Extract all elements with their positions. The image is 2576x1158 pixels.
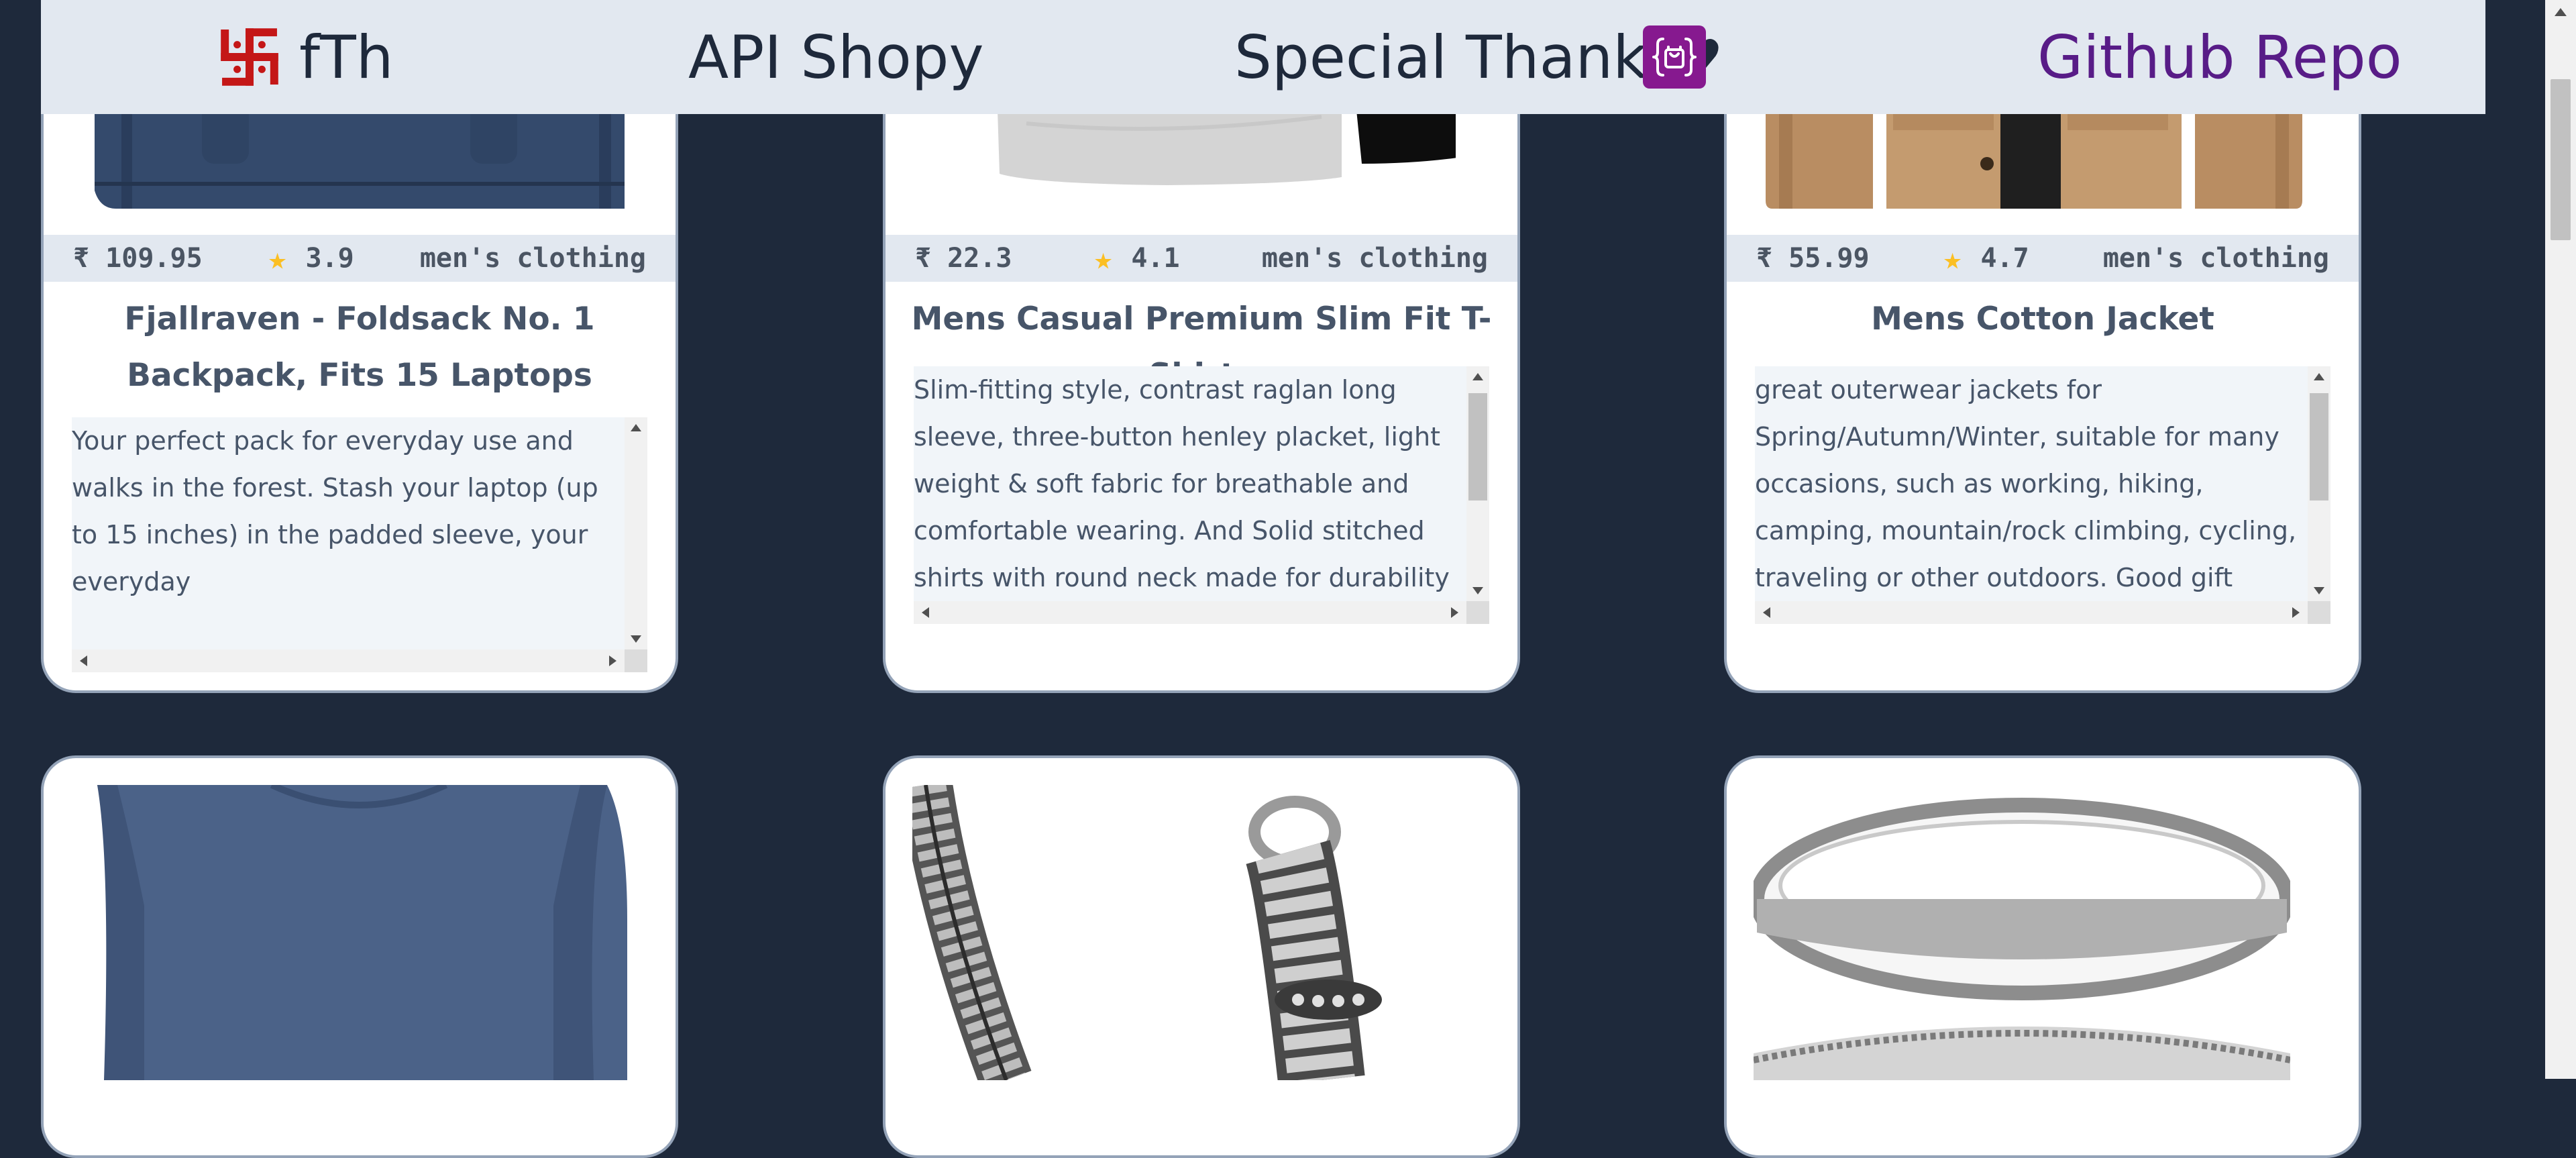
scrollbar-corner bbox=[625, 649, 647, 672]
product-meta-bar: ₹ 55.99 ★ 4.7 men's clothing bbox=[1727, 235, 2359, 282]
scroll-thumb[interactable] bbox=[1468, 393, 1487, 501]
product-category: men's clothing bbox=[1261, 243, 1488, 274]
shopping-bag-icon[interactable] bbox=[1643, 25, 1706, 89]
product-description-box[interactable]: great outerwear jackets for Spring/Autum… bbox=[1755, 366, 2330, 624]
page-scrollbar[interactable] bbox=[2545, 0, 2576, 1079]
brand-logo[interactable]: fTh bbox=[219, 20, 394, 94]
product-meta-bar: ₹ 22.3 ★ 4.1 men's clothing bbox=[885, 235, 1517, 282]
scroll-right-arrow-icon[interactable] bbox=[609, 655, 616, 666]
product-price: ₹ 109.95 bbox=[73, 243, 203, 274]
product-rating: ★ 4.7 bbox=[1943, 240, 2029, 276]
product-price: ₹ 22.3 bbox=[915, 243, 1012, 274]
description-vertical-scrollbar[interactable] bbox=[625, 417, 647, 649]
product-card[interactable] bbox=[883, 755, 1520, 1158]
scroll-down-arrow-icon[interactable] bbox=[631, 635, 641, 643]
scroll-right-arrow-icon[interactable] bbox=[1451, 607, 1458, 618]
description-horizontal-scrollbar[interactable] bbox=[914, 601, 1466, 624]
scroll-left-arrow-icon[interactable] bbox=[1763, 607, 1770, 618]
product-title: Mens Cotton Jacket bbox=[1871, 301, 2214, 337]
description-vertical-scrollbar[interactable] bbox=[2308, 366, 2330, 601]
product-image-bracelet[interactable] bbox=[899, 781, 1496, 1090]
description-horizontal-scrollbar[interactable] bbox=[1755, 601, 2308, 624]
star-icon: ★ bbox=[268, 240, 287, 276]
product-image-ring[interactable] bbox=[1750, 785, 2294, 1080]
scroll-thumb[interactable] bbox=[2310, 393, 2328, 501]
star-icon: ★ bbox=[1943, 240, 1962, 276]
product-description-box[interactable]: Slim-fitting style, contrast raglan long… bbox=[914, 366, 1489, 624]
product-category: men's clothing bbox=[419, 243, 646, 274]
product-description: Your perfect pack for everyday use and w… bbox=[72, 426, 598, 596]
swastika-icon bbox=[219, 26, 280, 88]
nav-link-api-shopy[interactable]: API Shopy bbox=[688, 20, 984, 94]
product-price: ₹ 55.99 bbox=[1756, 243, 1870, 274]
product-title: Fjallraven - Foldsack No. 1 Backpack, Fi… bbox=[124, 301, 595, 394]
product-rating: ★ 4.1 bbox=[1094, 240, 1180, 276]
product-category: men's clothing bbox=[2102, 243, 2329, 274]
product-rating: ★ 3.9 bbox=[268, 240, 354, 276]
scrollbar-corner bbox=[1466, 601, 1489, 624]
description-vertical-scrollbar[interactable] bbox=[1466, 366, 1489, 601]
product-meta-bar: ₹ 109.95 ★ 3.9 men's clothing bbox=[44, 235, 676, 282]
scrollbar-corner bbox=[2308, 601, 2330, 624]
navbar: fTh API Shopy Special Thanks♥ Github Rep… bbox=[41, 0, 2485, 114]
scroll-right-arrow-icon[interactable] bbox=[2292, 607, 2300, 618]
scroll-left-arrow-icon[interactable] bbox=[922, 607, 929, 618]
product-image-long-sleeve-shirt[interactable] bbox=[70, 782, 654, 1080]
product-rating-value: 3.9 bbox=[305, 243, 354, 274]
product-description-box[interactable]: Your perfect pack for everyday use and w… bbox=[72, 417, 647, 672]
scroll-up-arrow-icon[interactable] bbox=[2555, 8, 2567, 16]
nav-link-github-repo[interactable]: Github Repo bbox=[2037, 20, 2402, 94]
product-card[interactable] bbox=[41, 755, 678, 1158]
product-description: great outerwear jackets for Spring/Autum… bbox=[1755, 375, 2297, 592]
scroll-left-arrow-icon[interactable] bbox=[80, 655, 87, 666]
page-scroll-thumb[interactable] bbox=[2551, 79, 2571, 240]
brand-name: fTh bbox=[299, 22, 394, 92]
product-rating-value: 4.1 bbox=[1131, 243, 1180, 274]
product-card[interactable] bbox=[1724, 755, 2361, 1158]
star-icon: ★ bbox=[1093, 240, 1113, 276]
nav-link-special-thanks-label: Special Thanks bbox=[1234, 22, 1678, 92]
product-rating-value: 4.7 bbox=[1980, 243, 2029, 274]
description-horizontal-scrollbar[interactable] bbox=[72, 649, 625, 672]
product-description: Slim-fitting style, contrast raglan long… bbox=[914, 375, 1450, 592]
scroll-up-arrow-icon[interactable] bbox=[631, 424, 641, 431]
scroll-up-arrow-icon[interactable] bbox=[2314, 373, 2324, 380]
scroll-down-arrow-icon[interactable] bbox=[2314, 587, 2324, 594]
scroll-down-arrow-icon[interactable] bbox=[1472, 587, 1483, 594]
scroll-up-arrow-icon[interactable] bbox=[1472, 373, 1483, 380]
